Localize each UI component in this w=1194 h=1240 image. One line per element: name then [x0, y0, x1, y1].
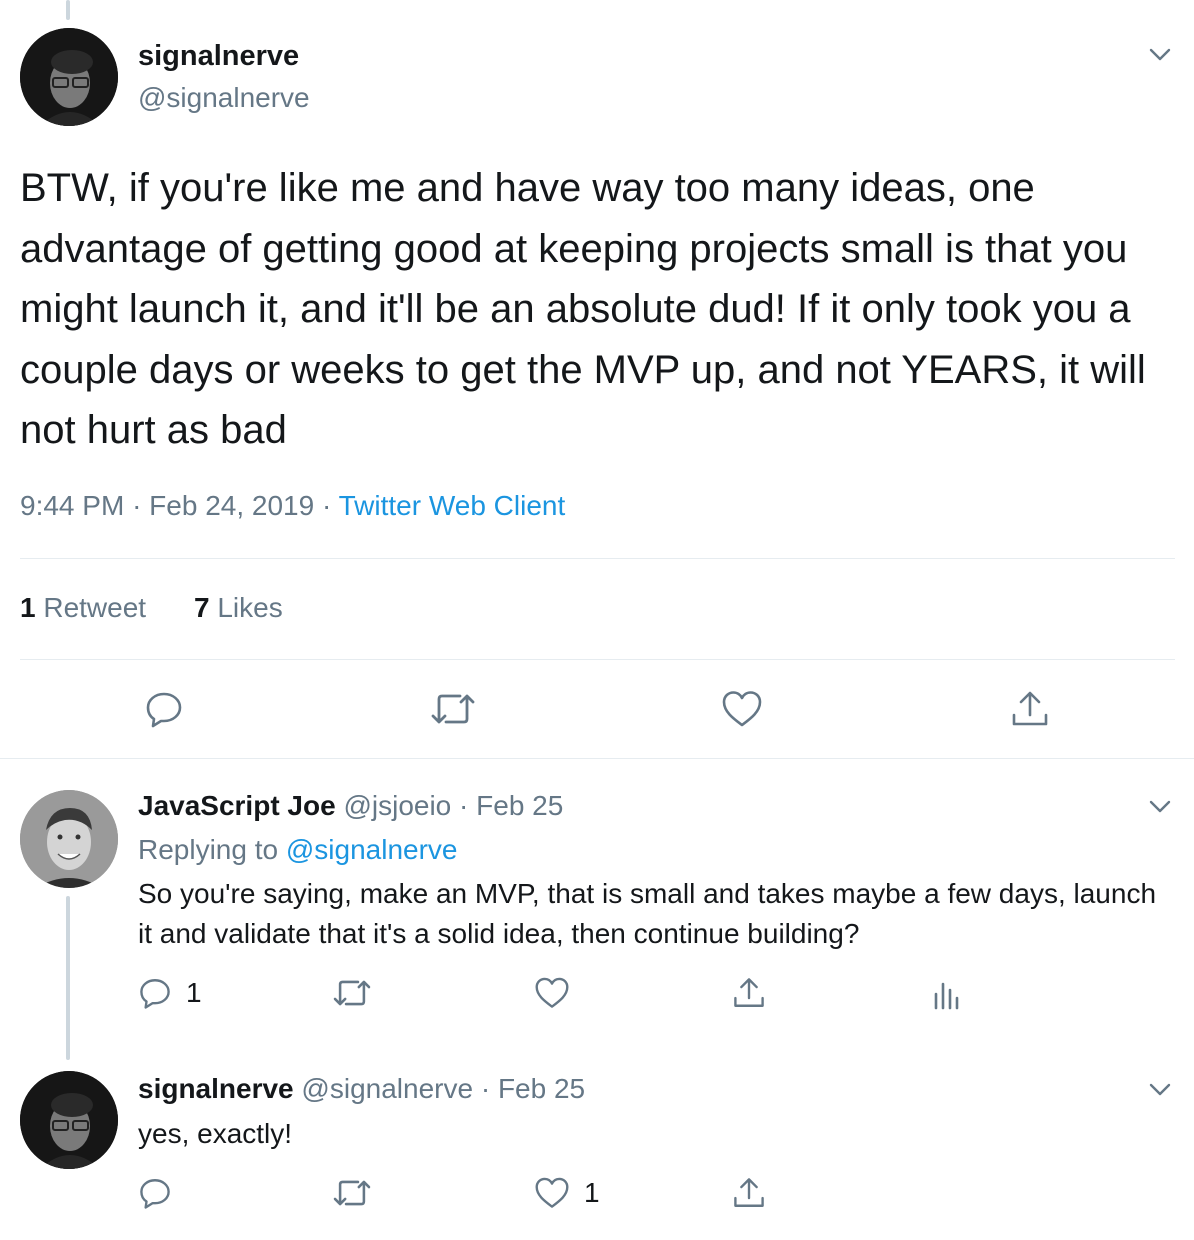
author-handle[interactable]: @signalnerve — [138, 82, 310, 114]
like-count: 1 — [584, 1177, 600, 1208]
tweet-client-link[interactable]: Twitter Web Client — [339, 490, 566, 521]
thread-line-middle — [66, 896, 70, 1060]
tweet-time[interactable]: 9:44 PM — [20, 490, 124, 521]
analytics-button[interactable] — [932, 976, 960, 1010]
like-count: 7 — [194, 592, 210, 623]
share-button[interactable] — [1010, 689, 1050, 729]
like-stats[interactable]: 7 Likes — [194, 592, 283, 624]
divider — [20, 659, 1175, 660]
thread-line-top — [66, 0, 70, 20]
meta-separator: · — [480, 1073, 491, 1104]
like-icon — [722, 691, 762, 727]
like-icon — [535, 977, 569, 1008]
like-label: Likes — [217, 592, 283, 623]
author-display-name[interactable]: signalnerve — [138, 1073, 294, 1104]
reply-date[interactable]: Feb 25 — [476, 790, 563, 821]
retweet-label: Retweet — [43, 592, 147, 623]
chevron-down-icon[interactable] — [1145, 1075, 1175, 1105]
tweet-text: BTW, if you're like me and have way too … — [20, 166, 1146, 452]
meta-separator: · — [321, 490, 332, 521]
reply-button[interactable] — [138, 1176, 172, 1210]
reply-icon — [140, 1179, 170, 1209]
avatar[interactable] — [20, 1071, 118, 1169]
author-display-name[interactable]: signalnerve — [138, 40, 299, 73]
author-display-name[interactable]: JavaScript Joe — [138, 790, 336, 821]
share-button[interactable] — [732, 976, 766, 1010]
analytics-icon — [934, 982, 959, 1010]
share-icon — [1012, 691, 1048, 726]
share-button[interactable] — [732, 1176, 766, 1210]
retweet-count: 1 — [20, 592, 36, 623]
like-button[interactable]: 1 — [534, 1176, 600, 1210]
tweet-date[interactable]: Feb 24, 2019 — [149, 490, 314, 521]
retweet-button[interactable] — [332, 1176, 372, 1210]
reply-date[interactable]: Feb 25 — [498, 1073, 585, 1104]
chevron-down-icon[interactable] — [1145, 792, 1175, 822]
reply-header: signalnerve @signalnerve · Feb 25 — [138, 1073, 585, 1105]
retweet-stats[interactable]: 1 Retweet — [20, 592, 146, 624]
retweet-icon — [333, 1180, 371, 1206]
like-button[interactable] — [721, 689, 763, 729]
author-handle[interactable]: @signalnerve — [301, 1073, 473, 1104]
reply-text: So you're saying, make an MVP, that is s… — [138, 878, 1157, 949]
retweet-icon — [333, 980, 371, 1006]
reply-text: yes, exactly! — [138, 1118, 293, 1149]
reply-header: JavaScript Joe @jsjoeio · Feb 25 — [138, 790, 563, 822]
meta-separator: · — [459, 790, 469, 821]
replying-to-label: Replying to — [138, 834, 279, 865]
retweet-button[interactable] — [430, 689, 476, 729]
avatar[interactable] — [20, 28, 118, 126]
share-icon — [734, 978, 764, 1007]
like-icon — [535, 1177, 569, 1208]
section-divider — [0, 758, 1194, 759]
avatar[interactable] — [20, 790, 118, 888]
replying-to-handle[interactable]: @signalnerve — [286, 834, 458, 865]
reply-button[interactable] — [144, 689, 184, 729]
tweet-timestamp: 9:44 PM · Feb 24, 2019 · Twitter Web Cli… — [20, 490, 565, 522]
meta-separator: · — [132, 490, 142, 521]
replying-to: Replying to @signalnerve — [138, 834, 458, 866]
reply-icon — [140, 979, 170, 1009]
retweet-button[interactable] — [332, 976, 372, 1010]
chevron-down-icon[interactable] — [1145, 40, 1175, 70]
reply-icon — [146, 692, 182, 728]
divider — [20, 558, 1175, 559]
reply-button[interactable]: 1 — [138, 976, 202, 1010]
retweet-icon — [431, 694, 475, 724]
like-button[interactable] — [534, 976, 570, 1010]
author-handle[interactable]: @jsjoeio — [343, 790, 451, 821]
reply-count: 1 — [186, 977, 202, 1008]
share-icon — [734, 1178, 764, 1207]
